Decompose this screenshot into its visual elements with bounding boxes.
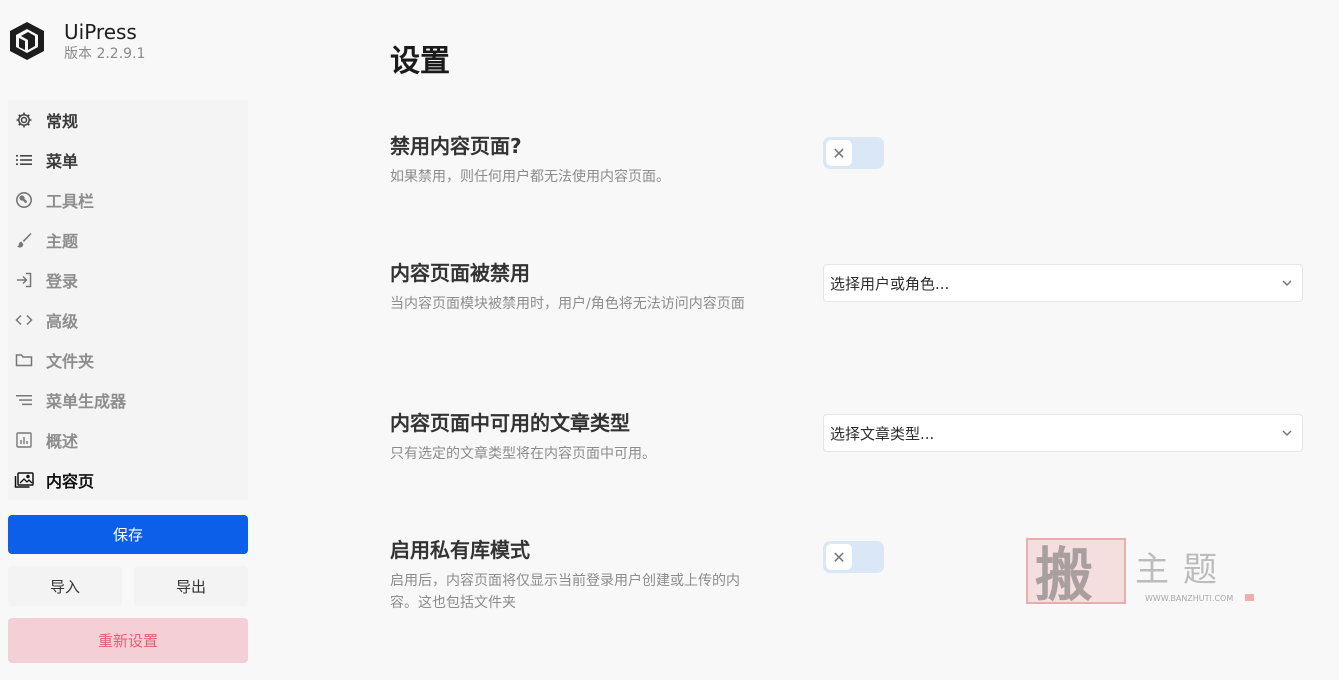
sidebar-item-general[interactable]: 常规 — [8, 100, 248, 140]
uipress-logo-icon — [10, 22, 44, 60]
post-types-select[interactable]: 选择文章类型... — [823, 414, 1303, 452]
sidebar-item-label: 登录 — [46, 272, 79, 291]
sidebar-item-folders[interactable]: 文件夹 — [8, 340, 248, 380]
sidebar-item-label: 内容页 — [46, 472, 95, 491]
sidebar-nav: 常规 菜单 工具栏 主题 登录 高级 文件夹 菜单生成器 概述 内容页 — [8, 100, 248, 500]
sidebar-item-overview[interactable]: 概述 — [8, 420, 248, 460]
export-button[interactable]: 导出 — [134, 566, 248, 606]
save-button[interactable]: 保存 — [8, 515, 248, 554]
wrench-icon — [14, 190, 34, 210]
sidebar-item-label: 菜单 — [46, 152, 79, 171]
close-icon: ✕ — [826, 140, 852, 166]
sidebar-item-toolbar[interactable]: 工具栏 — [8, 180, 248, 220]
page-title: 设置 — [390, 44, 450, 79]
setting-title: 内容页面被禁用 — [390, 261, 530, 285]
setting-disabled-for: 内容页面被禁用 当内容页面模块被禁用时，用户/角色将无法访问内容页面 — [390, 259, 760, 315]
chevron-down-icon — [1280, 426, 1294, 440]
setting-description: 当内容页面模块被禁用时，用户/角色将无法访问内容页面 — [390, 296, 745, 312]
login-icon — [14, 270, 34, 290]
svg-text:搬: 搬 — [1035, 541, 1093, 607]
setting-description: 如果禁用，则任何用户都无法使用内容页面。 — [390, 169, 670, 185]
setting-description: 启用后，内容页面将仅显示当前登录用户创建或上传的内容。这也包括文件夹 — [390, 573, 740, 611]
sidebar-item-label: 概述 — [46, 432, 79, 451]
svg-text:主题: 主题 — [1135, 550, 1231, 590]
chevron-down-icon — [1280, 276, 1294, 290]
users-roles-select[interactable]: 选择用户或角色... — [823, 264, 1303, 302]
close-icon: ✕ — [826, 544, 852, 570]
sidebar-item-menu[interactable]: 菜单 — [8, 140, 248, 180]
svg-text:WWW.BANZHUTI.COM: WWW.BANZHUTI.COM — [1145, 594, 1233, 603]
sidebar-item-label: 主题 — [46, 232, 79, 251]
main-content: 设置 禁用内容页面? 如果禁用，则任何用户都无法使用内容页面。 ✕ 内容页面被禁… — [260, 0, 1339, 680]
banzhuti-watermark-logo: 搬 主题 WWW.BANZHUTI.COM — [1026, 538, 1254, 607]
app-name: UiPress — [64, 20, 137, 44]
app-version: 版本 2.2.9.1 — [64, 46, 146, 62]
setting-title: 启用私有库模式 — [390, 538, 530, 562]
sidebar-item-label: 常规 — [46, 112, 79, 131]
setting-description: 只有选定的文章类型将在内容页面中可用。 — [390, 446, 656, 462]
folder-icon — [14, 350, 34, 370]
sidebar-item-label: 高级 — [46, 312, 79, 331]
sidebar-item-menu-builder[interactable]: 菜单生成器 — [8, 380, 248, 420]
disable-content-page-toggle[interactable]: ✕ — [823, 137, 884, 169]
import-button[interactable]: 导入 — [8, 566, 122, 606]
setting-disable-content-page: 禁用内容页面? 如果禁用，则任何用户都无法使用内容页面。 — [390, 132, 770, 188]
sidebar-item-label: 菜单生成器 — [46, 392, 127, 411]
code-icon — [14, 310, 34, 330]
brush-icon — [14, 230, 34, 250]
sidebar: UiPress 版本 2.2.9.1 常规 菜单 工具栏 主题 登录 高级 文件… — [0, 0, 260, 680]
brand: UiPress 版本 2.2.9.1 — [8, 20, 145, 64]
gear-icon — [14, 110, 34, 130]
setting-post-types: 内容页面中可用的文章类型 只有选定的文章类型将在内容页面中可用。 — [390, 409, 770, 465]
private-library-toggle[interactable]: ✕ — [823, 541, 884, 573]
sidebar-item-theme[interactable]: 主题 — [8, 220, 248, 260]
sidebar-item-label: 文件夹 — [46, 352, 95, 371]
sidebar-item-label: 工具栏 — [46, 192, 95, 211]
select-value: 选择文章类型... — [830, 424, 935, 443]
list-icon — [14, 150, 34, 170]
sidebar-item-login[interactable]: 登录 — [8, 260, 248, 300]
sidebar-item-content-page[interactable]: 内容页 — [8, 460, 248, 500]
reset-settings-button[interactable]: 重新设置 — [8, 618, 248, 663]
sidebar-item-advanced[interactable]: 高级 — [8, 300, 248, 340]
menu-builder-icon — [14, 390, 34, 410]
setting-private-library: 启用私有库模式 启用后，内容页面将仅显示当前登录用户创建或上传的内容。这也包括文… — [390, 536, 760, 614]
select-value: 选择用户或角色... — [830, 274, 950, 293]
image-icon — [14, 470, 34, 490]
setting-title: 禁用内容页面? — [390, 134, 522, 158]
analytics-icon — [14, 430, 34, 450]
setting-title: 内容页面中可用的文章类型 — [390, 411, 630, 435]
